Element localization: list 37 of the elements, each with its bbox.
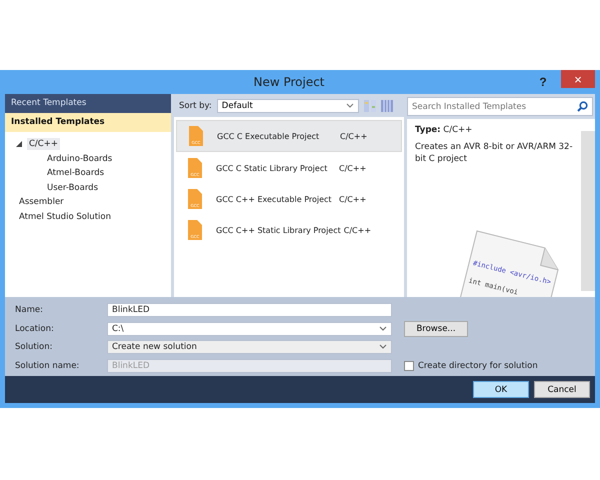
help-button[interactable]: ? (533, 75, 553, 89)
medium-icons-view-icon[interactable] (364, 100, 376, 112)
browse-button[interactable]: Browse... (404, 320, 468, 337)
ok-button[interactable]: OK (473, 381, 529, 398)
tree-item[interactable]: Arduino-Boards (45, 152, 114, 165)
field-label: Name: (14, 305, 44, 316)
text-field[interactable]: BlinkLED (107, 303, 392, 318)
type-label: Type: (415, 125, 441, 135)
search-icon (577, 101, 588, 112)
field-label: Solution: (14, 342, 54, 352)
dropdown-field[interactable]: Create new solution (107, 340, 392, 354)
cancel-button[interactable]: Cancel (534, 381, 590, 398)
chevron-down-icon (379, 326, 387, 332)
small-icons-view-icon[interactable] (380, 100, 393, 112)
template-description: Creates an AVR 8-bit or AVR/ARM 32-bit C project (415, 141, 574, 165)
expanded-arrow-icon[interactable] (15, 140, 23, 148)
tree-item[interactable]: C/C++ (27, 138, 60, 150)
chevron-down-icon (346, 102, 354, 108)
field-label: Location: (14, 324, 55, 334)
sort-label: Sort by: (179, 100, 212, 110)
tree-item[interactable]: Atmel Studio Solution (17, 210, 113, 223)
combo-field[interactable]: C:\ (107, 322, 392, 336)
tree-item[interactable]: Assembler (17, 196, 66, 208)
close-button[interactable]: × (561, 70, 595, 88)
search-field[interactable]: Search Installed Templates (407, 97, 593, 116)
sort-dropdown[interactable]: Default (216, 98, 359, 112)
checkbox-label: Create directory for solution (418, 360, 538, 371)
template-section[interactable]: Installed Templates (5, 113, 171, 132)
type-value: C/C++ (443, 125, 472, 135)
field-label: Solution name: (14, 360, 80, 371)
chevron-down-icon (379, 344, 387, 350)
tree-item[interactable]: User-Boards (45, 182, 100, 194)
scrollbar[interactable] (581, 131, 595, 291)
template-section[interactable]: Recent Templates (5, 94, 171, 113)
tree-item[interactable]: Atmel-Boards (45, 167, 106, 180)
window-title: New Project (252, 75, 326, 89)
checkbox[interactable] (404, 360, 414, 371)
